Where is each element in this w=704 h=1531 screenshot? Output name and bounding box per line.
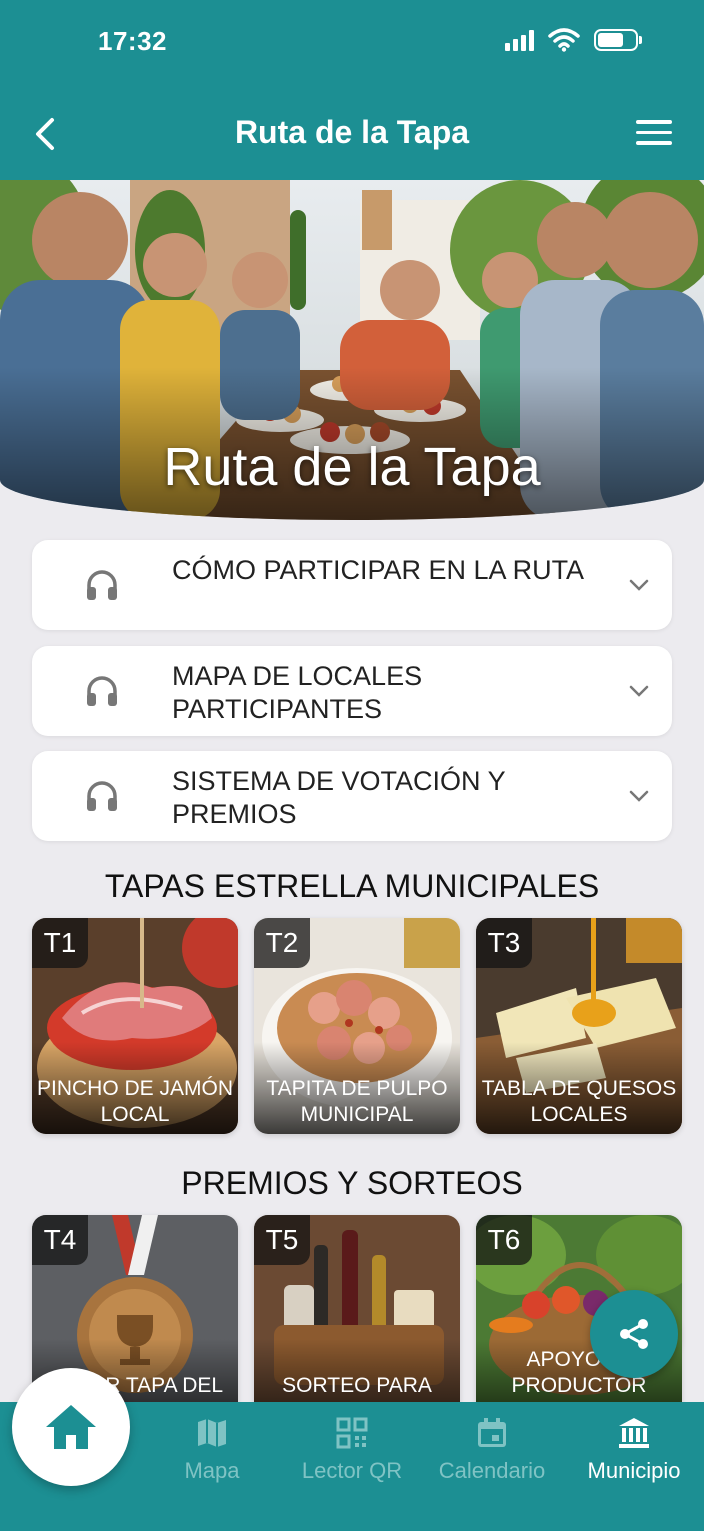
section-title-premios: PREMIOS Y SORTEOS bbox=[181, 1165, 523, 1201]
chevron-down-icon bbox=[629, 790, 649, 802]
accordion-voting-system[interactable]: SISTEMA DE VOTACIÓN Y PREMIOS bbox=[32, 751, 672, 841]
nav-item-municipio[interactable]: Municipio bbox=[564, 1416, 704, 1484]
headphones-icon bbox=[87, 676, 117, 706]
home-icon bbox=[46, 1405, 96, 1449]
accordion-label: SISTEMA DE VOTACIÓN Y PREMIOS bbox=[172, 766, 506, 829]
accordion-venues-map[interactable]: MAPA DE LOCALES PARTICIPANTES bbox=[32, 646, 672, 736]
tile-tag: T2 bbox=[254, 918, 310, 968]
tile-caption-text: TABLA DE QUESOS LOCALES bbox=[481, 1077, 677, 1126]
municipal-building-icon bbox=[619, 1418, 649, 1448]
status-time: 17:32 bbox=[98, 26, 167, 56]
nav-item-calendario[interactable]: Calendario bbox=[422, 1416, 562, 1484]
app-header: 17:32 Ruta de la Tapa bbox=[0, 0, 704, 180]
nav-label: Lector QR bbox=[301, 1458, 403, 1483]
share-icon bbox=[620, 1319, 648, 1349]
page-title: Ruta de la Tapa bbox=[234, 114, 470, 150]
tile-caption-text: TAPITA DE PULPO MUNICIPAL bbox=[266, 1077, 448, 1126]
nav-label: Mapa bbox=[184, 1458, 240, 1483]
tile-tag: T4 bbox=[32, 1215, 88, 1265]
chevron-down-icon bbox=[629, 685, 649, 697]
headphones-icon bbox=[87, 781, 117, 811]
tile-tag: T6 bbox=[476, 1215, 532, 1265]
hero-title: Ruta de la Tapa bbox=[163, 437, 541, 497]
chevron-down-icon bbox=[629, 579, 649, 591]
tile-tag: T3 bbox=[476, 918, 532, 968]
accordion-how-to-participate[interactable]: CÓMO PARTICIPAR EN LA RUTA bbox=[32, 540, 672, 630]
share-button[interactable] bbox=[590, 1290, 678, 1378]
tile-tapa-pulpo[interactable]: T2 TAPITA DE PULPO MUNICIPAL bbox=[254, 918, 460, 1134]
tile-caption: TABLA DE QUESOS LOCALES bbox=[476, 1042, 682, 1134]
wifi-icon bbox=[548, 28, 580, 52]
headphones-icon bbox=[87, 570, 117, 600]
qr-code-icon bbox=[336, 1417, 368, 1449]
nav-item-mapa[interactable]: Mapa bbox=[142, 1416, 282, 1484]
tile-caption: PINCHO DE JAMÓN LOCAL bbox=[32, 1042, 238, 1134]
nav-label: Calendario bbox=[438, 1458, 546, 1483]
nav-label: Municipio bbox=[587, 1458, 681, 1483]
tile-caption: TAPITA DE PULPO MUNICIPAL bbox=[254, 1042, 460, 1134]
menu-button[interactable] bbox=[636, 120, 672, 148]
status-icons bbox=[505, 28, 642, 52]
signal-icon bbox=[505, 29, 534, 51]
map-icon bbox=[198, 1419, 226, 1447]
accordion-label: MAPA DE LOCALES PARTICIPANTES bbox=[172, 661, 423, 724]
tile-tag: T5 bbox=[254, 1215, 310, 1265]
accordion-label: CÓMO PARTICIPAR EN LA RUTA bbox=[172, 555, 585, 585]
battery-icon bbox=[594, 29, 642, 51]
section-title-tapas: TAPAS ESTRELLA MUNICIPALES bbox=[104, 868, 600, 904]
calendar-icon bbox=[478, 1418, 506, 1447]
home-button[interactable] bbox=[12, 1368, 130, 1486]
tile-premio-sorteo[interactable]: T5 SORTEO PARA VOTANTES bbox=[254, 1215, 460, 1431]
tile-tapa-quesos[interactable]: T3 TABLA DE QUESOS LOCALES bbox=[476, 918, 682, 1134]
nav-item-lector-qr[interactable]: Lector QR bbox=[282, 1416, 422, 1484]
tile-tapa-jamon[interactable]: T1 PINCHO DE JAMÓN LOCAL bbox=[32, 918, 238, 1134]
tile-caption-text: PINCHO DE JAMÓN LOCAL bbox=[37, 1077, 234, 1126]
tile-tag: T1 bbox=[32, 918, 88, 968]
